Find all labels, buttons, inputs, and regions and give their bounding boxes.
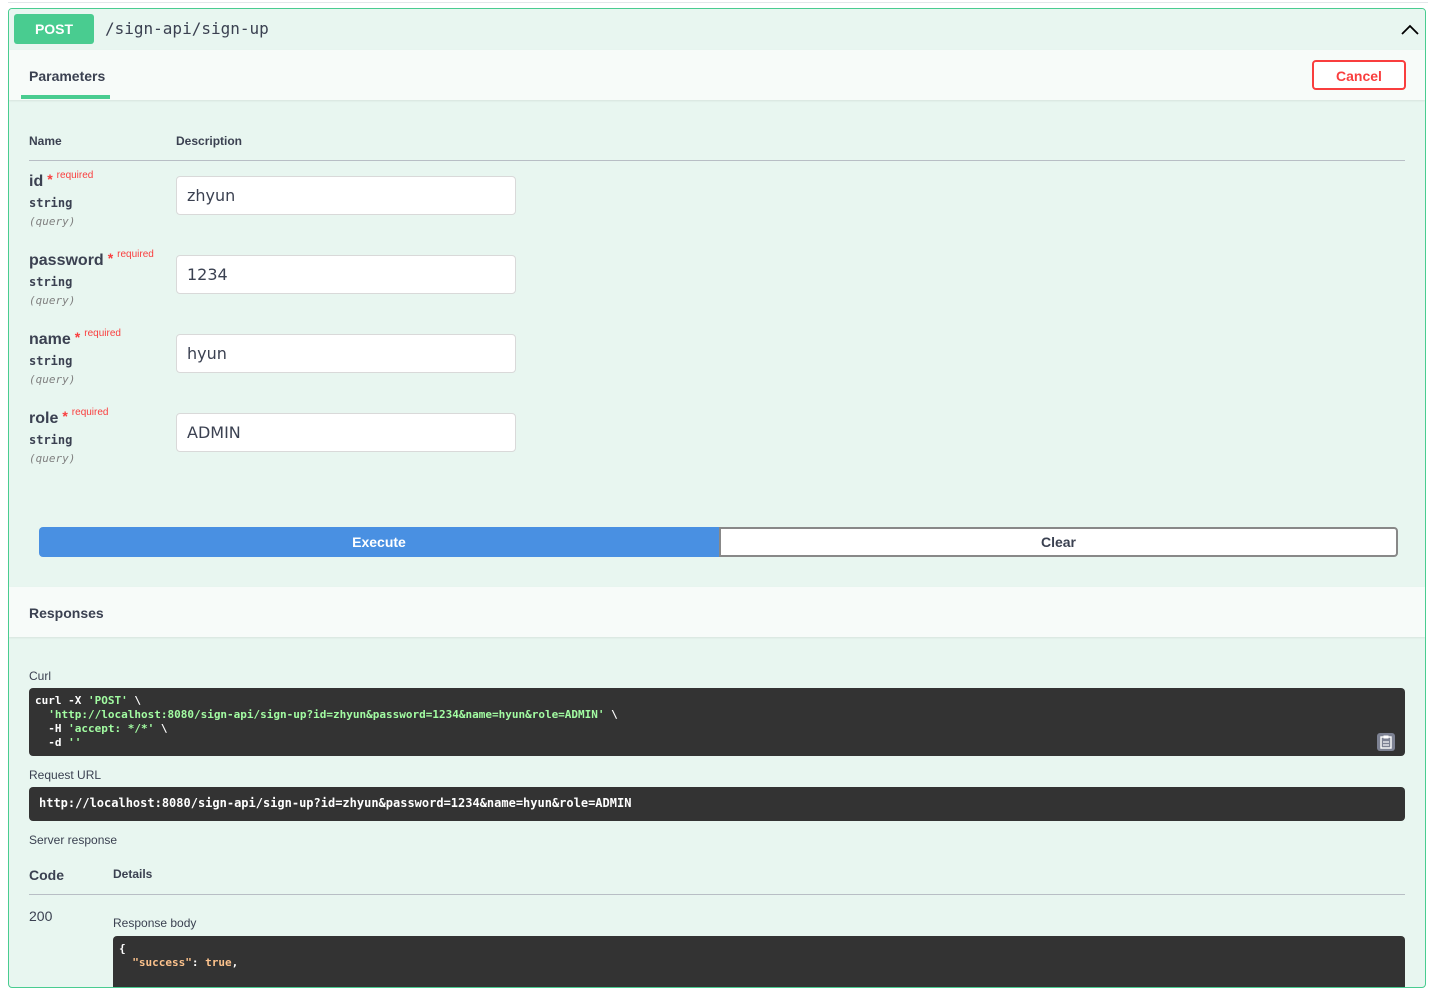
request-url-label: Request URL [29, 768, 102, 782]
column-header-description: Description [176, 134, 243, 148]
curl-line: -d '' [35, 736, 82, 749]
parameters-header: Parameters Cancel [9, 50, 1425, 100]
curl-line: 'http://localhost:8080/sign-api/sign-up?… [48, 708, 618, 721]
param-location: (query) [29, 294, 76, 307]
required-label: required [84, 328, 121, 339]
method-badge: POST [14, 14, 94, 44]
code-column-header: Code [29, 867, 64, 883]
param-label: role [29, 410, 59, 427]
param-name-role: role * required [29, 407, 109, 428]
parameters-table-divider [29, 160, 1405, 161]
password-input[interactable] [176, 255, 516, 294]
copy-to-clipboard-icon[interactable] [1377, 733, 1395, 751]
required-asterisk: * [62, 408, 68, 424]
responses-title: Responses [29, 605, 104, 621]
json-line: { [119, 942, 126, 955]
name-input[interactable] [176, 334, 516, 373]
param-label: password [29, 252, 104, 269]
param-name-id: id * required [29, 170, 94, 191]
details-column-header: Details [113, 867, 153, 881]
required-label: required [117, 249, 154, 260]
required-asterisk: * [47, 171, 53, 187]
response-body-label: Response body [113, 916, 197, 930]
response-table-divider [29, 894, 1405, 895]
curl-code-block[interactable]: curl -X 'POST' \ 'http://localhost:8080/… [29, 688, 1405, 756]
param-label: id [29, 173, 44, 190]
param-location: (query) [29, 373, 76, 386]
cancel-button[interactable]: Cancel [1312, 60, 1406, 90]
curl-command: curl -X 'POST' \ 'http://localhost:8080/… [35, 694, 618, 750]
param-location: (query) [29, 452, 76, 465]
response-body-json: { "success": true, [119, 942, 238, 970]
id-input[interactable] [176, 176, 516, 215]
role-input[interactable] [176, 413, 516, 452]
curl-line: curl -X 'POST' \ [35, 694, 141, 707]
required-asterisk: * [74, 329, 81, 345]
required-asterisk: * [107, 250, 114, 266]
param-type: string [29, 354, 73, 368]
required-label: required [71, 407, 109, 418]
clear-button[interactable]: Clear [719, 527, 1398, 557]
operation-summary[interactable]: POST /sign-api/sign-up [9, 9, 1425, 51]
curl-line: -H 'accept: */*' \ [35, 722, 168, 735]
server-response-label: Server response [29, 833, 118, 847]
param-location: (query) [29, 215, 76, 228]
json-line: "success": true, [132, 956, 239, 969]
response-body-block[interactable]: { "success": true, [113, 936, 1405, 987]
curl-label: Curl [29, 669, 52, 683]
column-header-name: Name [29, 134, 62, 148]
operation-path: /sign-api/sign-up [105, 19, 269, 38]
status-code: 200 [29, 908, 53, 924]
request-url-block[interactable]: http://localhost:8080/sign-api/sign-up?i… [29, 787, 1405, 821]
responses-header [9, 587, 1425, 637]
active-tab-indicator [21, 95, 110, 99]
top-divider [8, 2, 1428, 3]
tab-parameters[interactable]: Parameters [29, 68, 105, 84]
chevron-up-icon[interactable] [1399, 19, 1421, 41]
param-type: string [29, 433, 73, 447]
param-type: string [29, 275, 73, 289]
operation-block-post-sign-up: POST /sign-api/sign-up Parameters Cancel… [8, 8, 1426, 988]
execute-button[interactable]: Execute [39, 527, 719, 557]
param-name-password: password * required [29, 249, 154, 270]
request-url: http://localhost:8080/sign-api/sign-up?i… [39, 796, 632, 810]
required-label: required [56, 170, 94, 181]
param-name-name: name * required [29, 328, 121, 349]
param-type: string [29, 196, 73, 210]
param-label: name [29, 331, 71, 348]
